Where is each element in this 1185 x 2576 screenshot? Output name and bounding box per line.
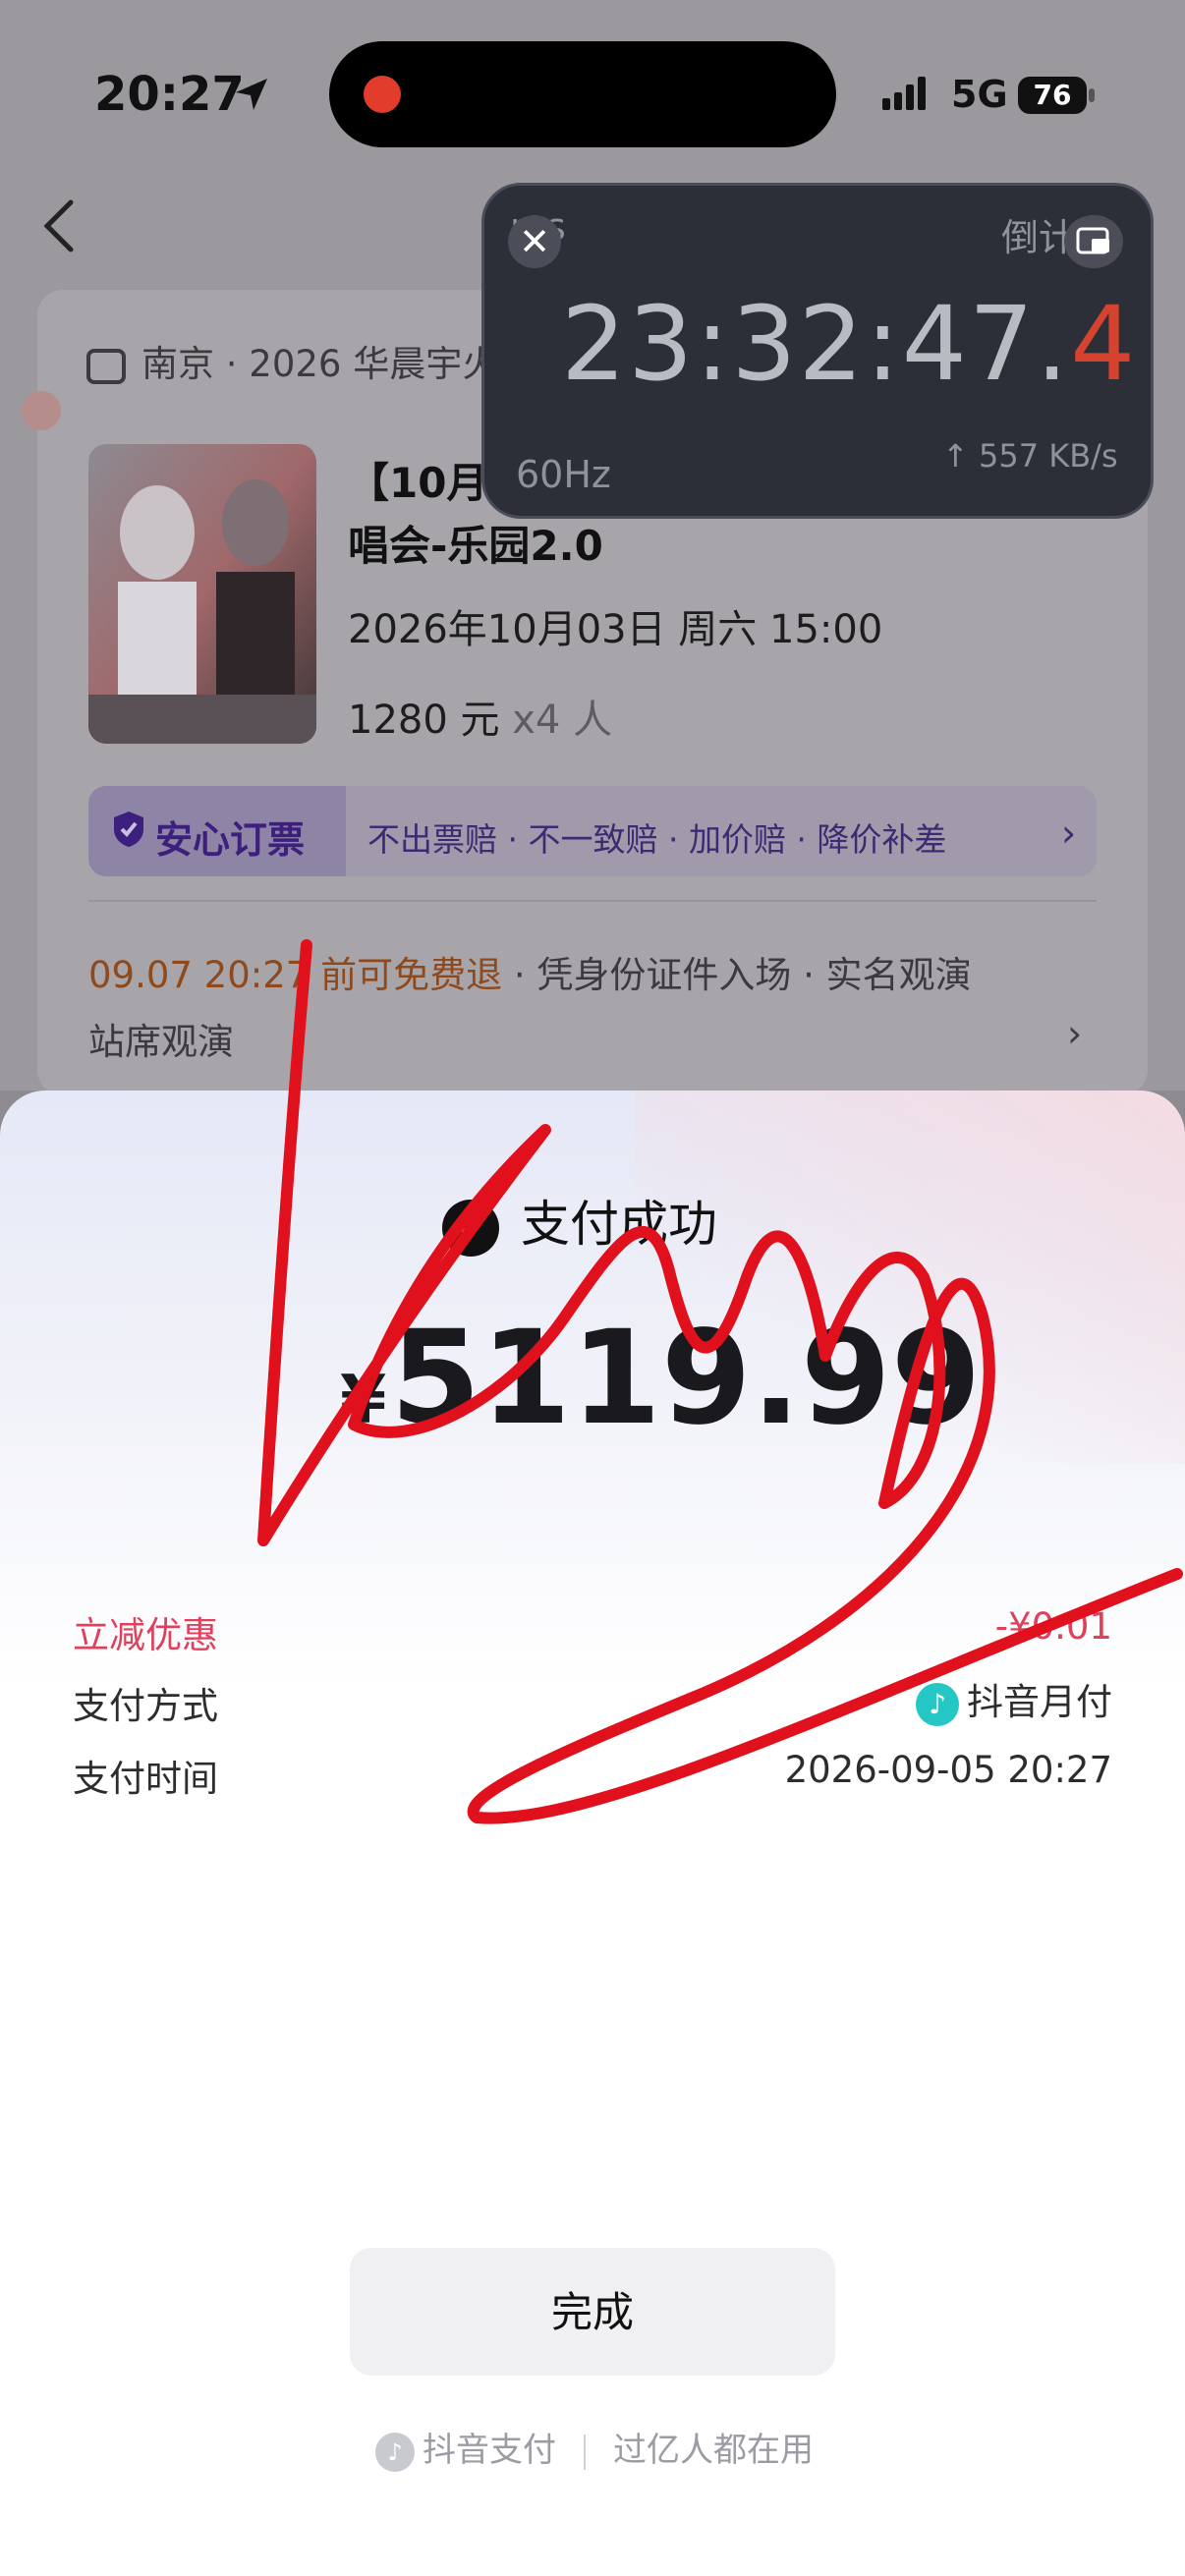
done-button[interactable]: 完成	[350, 2248, 835, 2376]
footer-brand: 抖音支付	[423, 2431, 556, 2470]
footer-slogan: 过亿人都在用	[613, 2431, 814, 2470]
assurance-title: 安心订票	[155, 818, 306, 862]
chevron-right-icon[interactable]: ›	[1067, 1012, 1082, 1055]
amount-value: 5119.99	[390, 1303, 982, 1454]
back-chevron-icon[interactable]	[39, 196, 79, 255]
assurance-banner[interactable]: 安心订票 不出票赔 · 不一致赔 · 加价赔 · 降价补差 ›	[88, 786, 1097, 876]
event-price: 1280 元 x4 人	[348, 688, 612, 745]
status-time: 20:27	[94, 67, 245, 122]
price-value: 1280 元	[348, 698, 500, 743]
payment-status: ✓ 支付成功	[442, 1185, 717, 1257]
entry-rules: · 凭身份证件入场 · 实名观演	[502, 954, 972, 996]
seat-type: 站席观演	[88, 1021, 234, 1063]
refund-deadline: 09.07 20:27 前可免费退	[88, 954, 503, 996]
status-bar: 20:27 5G 76	[0, 0, 1185, 187]
recording-indicator-icon	[364, 76, 401, 113]
dynamic-island	[329, 41, 836, 147]
cellular-signal-icon	[882, 77, 930, 110]
timer-clock-tenth: 4	[1070, 284, 1138, 404]
venue-icon	[86, 348, 126, 384]
timer-clock-main: 23:32:47.	[561, 284, 1071, 404]
close-icon[interactable]: ✕	[508, 215, 561, 268]
payment-result-sheet: ✓ 支付成功 ¥5119.99 立减优惠 -¥0.01 支付方式 ♪ 抖音月付 支付…	[0, 1091, 1185, 2576]
payment-status-text: 支付成功	[521, 1196, 717, 1253]
location-arrow-icon	[236, 79, 267, 110]
footer: ♪ 抖音支付 过亿人都在用	[375, 2423, 814, 2472]
time-label: 支付时间	[73, 1758, 218, 1800]
ticket-count: x4 人	[512, 698, 613, 743]
method-value-text: 抖音月付	[967, 1681, 1112, 1723]
venue-row: 南京 · 2026 华晨宇火	[86, 334, 498, 387]
event-datetime: 2026年10月03日 周六 15:00	[348, 607, 883, 652]
shield-check-icon	[114, 812, 143, 847]
refresh-rate: 60Hz	[516, 453, 611, 496]
method-label: 支付方式	[73, 1685, 218, 1727]
event-title-line1: 【10月	[348, 459, 488, 507]
payment-amount: ¥5119.99	[340, 1303, 982, 1454]
currency-symbol: ¥	[340, 1362, 387, 1439]
event-title-line2: 唱会-乐园2.0	[348, 522, 603, 570]
assurance-text: 不出票赔 · 不一致赔 · 加价赔 · 降价补差	[367, 820, 947, 859]
card-notch	[22, 391, 61, 430]
douyin-pay-icon: ♪	[375, 2432, 415, 2472]
discount-label: 立减优惠	[73, 1614, 218, 1656]
floating-timer[interactable]: ms ✕ 倒计时 23:32:47.4 60Hz ↑ 557 KB/s	[481, 183, 1154, 519]
event-poster[interactable]	[88, 444, 316, 744]
method-value: ♪ 抖音月付	[916, 1672, 1112, 1726]
divider	[88, 900, 1097, 902]
chevron-right-icon: ›	[1061, 812, 1077, 855]
douyin-icon: ♪	[916, 1682, 959, 1726]
network-speed: ↑ 557 KB/s	[942, 437, 1118, 475]
discount-value: -¥0.01	[994, 1605, 1112, 1648]
venue-text: 南京 · 2026 华晨宇火	[141, 343, 499, 385]
time-value: 2026-09-05 20:27	[784, 1749, 1112, 1791]
footer-separator	[584, 2434, 586, 2470]
picture-in-picture-icon[interactable]	[1064, 215, 1123, 268]
check-circle-icon: ✓	[442, 1199, 499, 1257]
timer-clock: 23:32:47.4	[561, 284, 1137, 404]
battery-cap	[1089, 88, 1095, 102]
battery-icon: 76	[1018, 77, 1087, 114]
network-type: 5G	[951, 73, 1008, 116]
refund-info: 09.07 20:27 前可免费退 · 凭身份证件入场 · 实名观演	[88, 945, 972, 998]
